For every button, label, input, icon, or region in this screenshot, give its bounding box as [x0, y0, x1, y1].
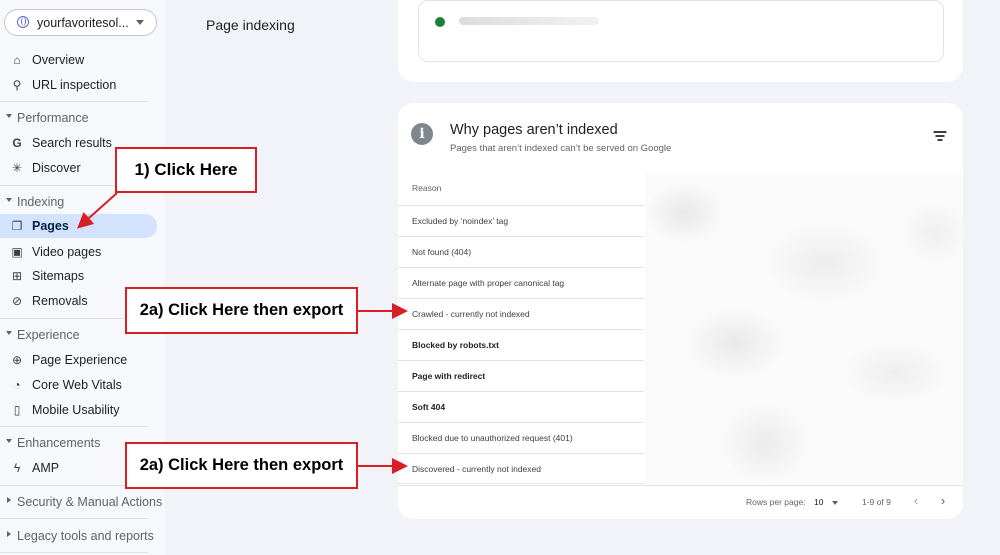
table-row-discovered-not-indexed[interactable]: Discovered - currently not indexed	[398, 453, 644, 484]
divider	[0, 426, 148, 427]
sidebar-item-label: Overview	[32, 53, 85, 67]
row-reason: Not found (404)	[412, 247, 472, 257]
section-label: Security & Manual Actions	[17, 495, 163, 509]
summary-card	[398, 0, 963, 82]
section-legacy-tools[interactable]: Legacy tools and reports	[0, 525, 157, 547]
annotation-step2a-first: 2a) Click Here then export	[125, 287, 358, 334]
status-check-icon	[435, 17, 445, 27]
chevron-down-icon	[6, 114, 12, 118]
bolt-icon: ϟ	[13, 461, 21, 475]
divider	[0, 518, 148, 519]
section-indexing[interactable]: Indexing	[0, 191, 157, 213]
gauge-icon: ◔	[13, 378, 21, 392]
sitemap-icon: ⊞	[11, 269, 23, 283]
chevron-down-icon[interactable]	[832, 501, 838, 505]
chevron-down-icon	[6, 331, 12, 335]
phone-icon: ▯	[13, 403, 21, 417]
google-g-icon: G	[12, 136, 22, 150]
table-row-page-with-redirect[interactable]: Page with redirect	[398, 360, 644, 391]
rows-per-page-select[interactable]: 10	[814, 497, 823, 507]
sidebar-item-label: Page Experience	[32, 353, 128, 367]
annotation-step2a-second: 2a) Click Here then export	[125, 442, 358, 489]
chevron-right-icon	[7, 497, 11, 503]
row-reason: Blocked by robots.txt	[412, 340, 499, 350]
divider	[0, 101, 148, 102]
divider	[0, 552, 148, 553]
sidebar-item-overview[interactable]: ⌂ Overview	[0, 48, 157, 72]
sidebar-item-label: URL inspection	[32, 78, 117, 92]
table-row-blocked-robots[interactable]: Blocked by robots.txt	[398, 329, 644, 360]
table-row-excluded-noindex[interactable]: Excluded by ‘noindex’ tag	[398, 205, 644, 236]
sidebar-item-url-inspection[interactable]: ⚲ URL inspection	[0, 73, 157, 97]
chevron-right-icon[interactable]: ›	[936, 492, 950, 510]
chevron-down-icon	[6, 198, 12, 202]
video-icon: ▣	[11, 245, 23, 259]
row-reason: Blocked due to unauthorized request (401…	[412, 433, 573, 443]
table-row-alternate-canonical[interactable]: Alternate page with proper canonical tag	[398, 267, 644, 298]
eye-off-icon: ⊘	[11, 294, 23, 308]
section-security-manual-actions[interactable]: Security & Manual Actions	[0, 491, 162, 513]
rows-per-page-label: Rows per page:	[746, 497, 806, 507]
blurred-table-columns	[645, 173, 963, 485]
sidebar-item-label: Sitemaps	[32, 269, 85, 283]
row-reason: Excluded by ‘noindex’ tag	[412, 216, 509, 226]
sidebar-item-label: Mobile Usability	[32, 403, 120, 417]
sidebar-item-label: Pages	[32, 219, 69, 233]
page-range: 1-9 of 9	[862, 497, 891, 507]
summary-status-row[interactable]	[418, 0, 944, 62]
property-name: yourfavoritesol...	[37, 16, 129, 30]
sidebar-item-pages[interactable]: ❐ Pages	[0, 214, 157, 238]
page-title: Page indexing	[206, 17, 295, 33]
section-performance[interactable]: Performance	[0, 107, 157, 129]
card-title: Why pages aren’t indexed	[450, 122, 618, 138]
chevron-down-icon	[136, 20, 144, 25]
chevron-left-icon[interactable]: ‹	[909, 492, 923, 510]
filter-icon[interactable]	[933, 130, 947, 142]
sidebar-item-page-experience[interactable]: ⊕ Page Experience	[0, 348, 157, 372]
sidebar-item-label: AMP	[32, 461, 60, 475]
row-reason: Soft 404	[412, 402, 446, 412]
table-row-blocked-401[interactable]: Blocked due to unauthorized request (401…	[398, 422, 644, 453]
sidebar-item-label: Removals	[32, 294, 88, 308]
sidebar-item-label: Discover	[32, 161, 81, 175]
section-label: Experience	[17, 328, 80, 342]
sidebar-item-mobile-usability[interactable]: ▯ Mobile Usability	[0, 398, 157, 422]
card-subtitle: Pages that aren’t indexed can’t be serve…	[450, 143, 672, 154]
chevron-down-icon	[6, 439, 12, 443]
sidebar-item-video-pages[interactable]: ▣ Video pages	[0, 240, 157, 264]
section-label: Enhancements	[17, 436, 101, 450]
annotation-step1: 1) Click Here	[115, 147, 257, 193]
sidebar-item-sitemaps[interactable]: ⊞ Sitemaps	[0, 264, 157, 288]
row-reason: Crawled - currently not indexed	[412, 309, 530, 319]
not-indexed-card: i Why pages aren’t indexed Pages that ar…	[398, 103, 963, 519]
info-icon: i	[411, 123, 433, 145]
search-icon: ⚲	[12, 78, 22, 92]
sidebar-item-core-web-vitals[interactable]: ◔ Core Web Vitals	[0, 373, 157, 397]
section-label: Performance	[17, 111, 89, 125]
section-label: Indexing	[17, 195, 65, 209]
pages-icon: ❐	[11, 219, 23, 233]
globe-icon	[17, 16, 29, 28]
sidebar-item-label: Core Web Vitals	[32, 378, 122, 392]
plus-circle-icon: ⊕	[11, 353, 23, 367]
table-pagination: Rows per page: 10 1-9 of 9 ‹ ›	[398, 485, 963, 517]
column-header-reason[interactable]: Reason	[412, 183, 441, 193]
row-reason: Discovered - currently not indexed	[412, 464, 541, 474]
table-row-not-found-404[interactable]: Not found (404)	[398, 236, 644, 267]
home-icon: ⌂	[13, 53, 21, 67]
property-selector[interactable]: yourfavoritesol...	[4, 9, 157, 36]
blurred-status-text	[459, 17, 599, 25]
row-reason: Alternate page with proper canonical tag	[412, 278, 565, 288]
table-row-soft-404[interactable]: Soft 404	[398, 391, 644, 422]
sidebar-item-label: Video pages	[32, 245, 102, 259]
section-label: Legacy tools and reports	[17, 529, 154, 543]
sidebar-item-label: Search results	[32, 136, 112, 150]
asterisk-icon: ✳	[11, 161, 23, 175]
row-reason: Page with redirect	[412, 371, 486, 381]
chevron-right-icon	[7, 531, 11, 537]
table-row-crawled-not-indexed[interactable]: Crawled - currently not indexed	[398, 298, 644, 329]
